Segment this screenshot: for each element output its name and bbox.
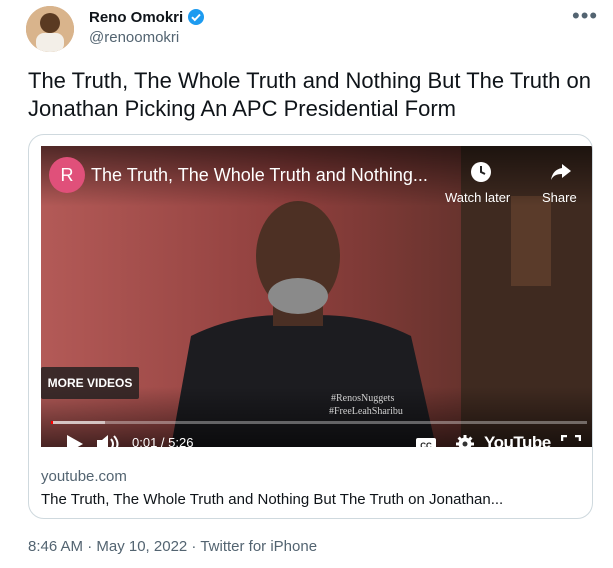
card-domain: youtube.com (41, 468, 127, 485)
more-videos-button[interactable]: MORE VIDEOS (41, 367, 139, 399)
clock-icon[interactable] (470, 161, 492, 183)
captions-icon[interactable]: CC (416, 438, 436, 447)
link-card[interactable]: #RenosNuggets #FreeLeahSharibu R The Tru… (28, 134, 593, 519)
avatar-photo (26, 6, 74, 52)
share-label[interactable]: Share (542, 190, 577, 205)
svg-text:#RenosNuggets: #RenosNuggets (331, 393, 394, 404)
author-handle[interactable]: @renoomokri (89, 29, 179, 46)
tweet-text: The Truth, The Whole Truth and Nothing B… (28, 68, 591, 121)
avatar[interactable] (26, 6, 74, 52)
settings-gear-icon[interactable] (455, 434, 475, 447)
more-options-icon[interactable]: ••• (572, 5, 598, 27)
channel-initial: R (61, 165, 74, 185)
card-title[interactable]: The Truth, The Whole Truth and Nothing B… (41, 491, 503, 508)
channel-avatar-icon[interactable]: R (49, 157, 85, 193)
svg-text:#FreeLeahSharibu: #FreeLeahSharibu (329, 406, 403, 417)
fullscreen-icon[interactable] (561, 435, 581, 447)
video-timecode: 0:01 / 5:26 (132, 435, 194, 447)
progress-bar-buffer (51, 421, 105, 424)
video-title[interactable]: The Truth, The Whole Truth and Nothing..… (91, 165, 428, 186)
progress-bar-track[interactable] (51, 421, 587, 424)
volume-icon[interactable] (96, 433, 122, 447)
play-icon[interactable] (66, 434, 84, 447)
svg-text:CC: CC (420, 442, 432, 448)
author-name-text: Reno Omokri (89, 8, 184, 26)
verified-badge-icon (188, 9, 205, 25)
share-arrow-icon[interactable] (550, 162, 572, 182)
youtube-logo[interactable]: YouTube (484, 433, 551, 447)
author-name[interactable]: Reno Omokri (89, 8, 205, 26)
watch-later-label[interactable]: Watch later (445, 190, 510, 205)
tweet-timestamp[interactable]: 8:46 AM · May 10, 2022 · Twitter for iPh… (28, 538, 317, 555)
video-player[interactable]: #RenosNuggets #FreeLeahSharibu R The Tru… (41, 146, 592, 447)
progress-bar-fill (51, 421, 53, 424)
